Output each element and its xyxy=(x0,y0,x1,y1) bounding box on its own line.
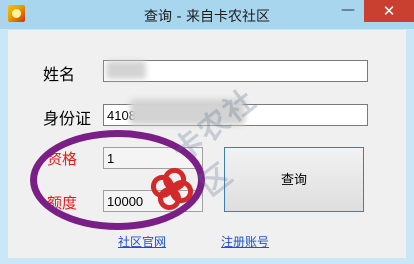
close-button[interactable]: ✕ xyxy=(364,0,414,22)
app-window: 查询 - 来自卡农社区 — ✕ 姓名 身份证 资格 额度 查询 社区官网 注册账… xyxy=(0,0,414,264)
minimize-button[interactable]: — xyxy=(334,2,362,22)
register-account-link[interactable]: 注册账号 xyxy=(221,233,269,250)
id-number-label: 身份证 xyxy=(43,109,92,128)
community-site-link[interactable]: 社区官网 xyxy=(118,233,166,250)
name-label: 姓名 xyxy=(43,65,76,84)
redacted-name-blur xyxy=(106,61,146,79)
title-bar[interactable]: 查询 - 来自卡农社区 — ✕ xyxy=(0,0,414,29)
watermark-logo-icon xyxy=(150,167,194,211)
